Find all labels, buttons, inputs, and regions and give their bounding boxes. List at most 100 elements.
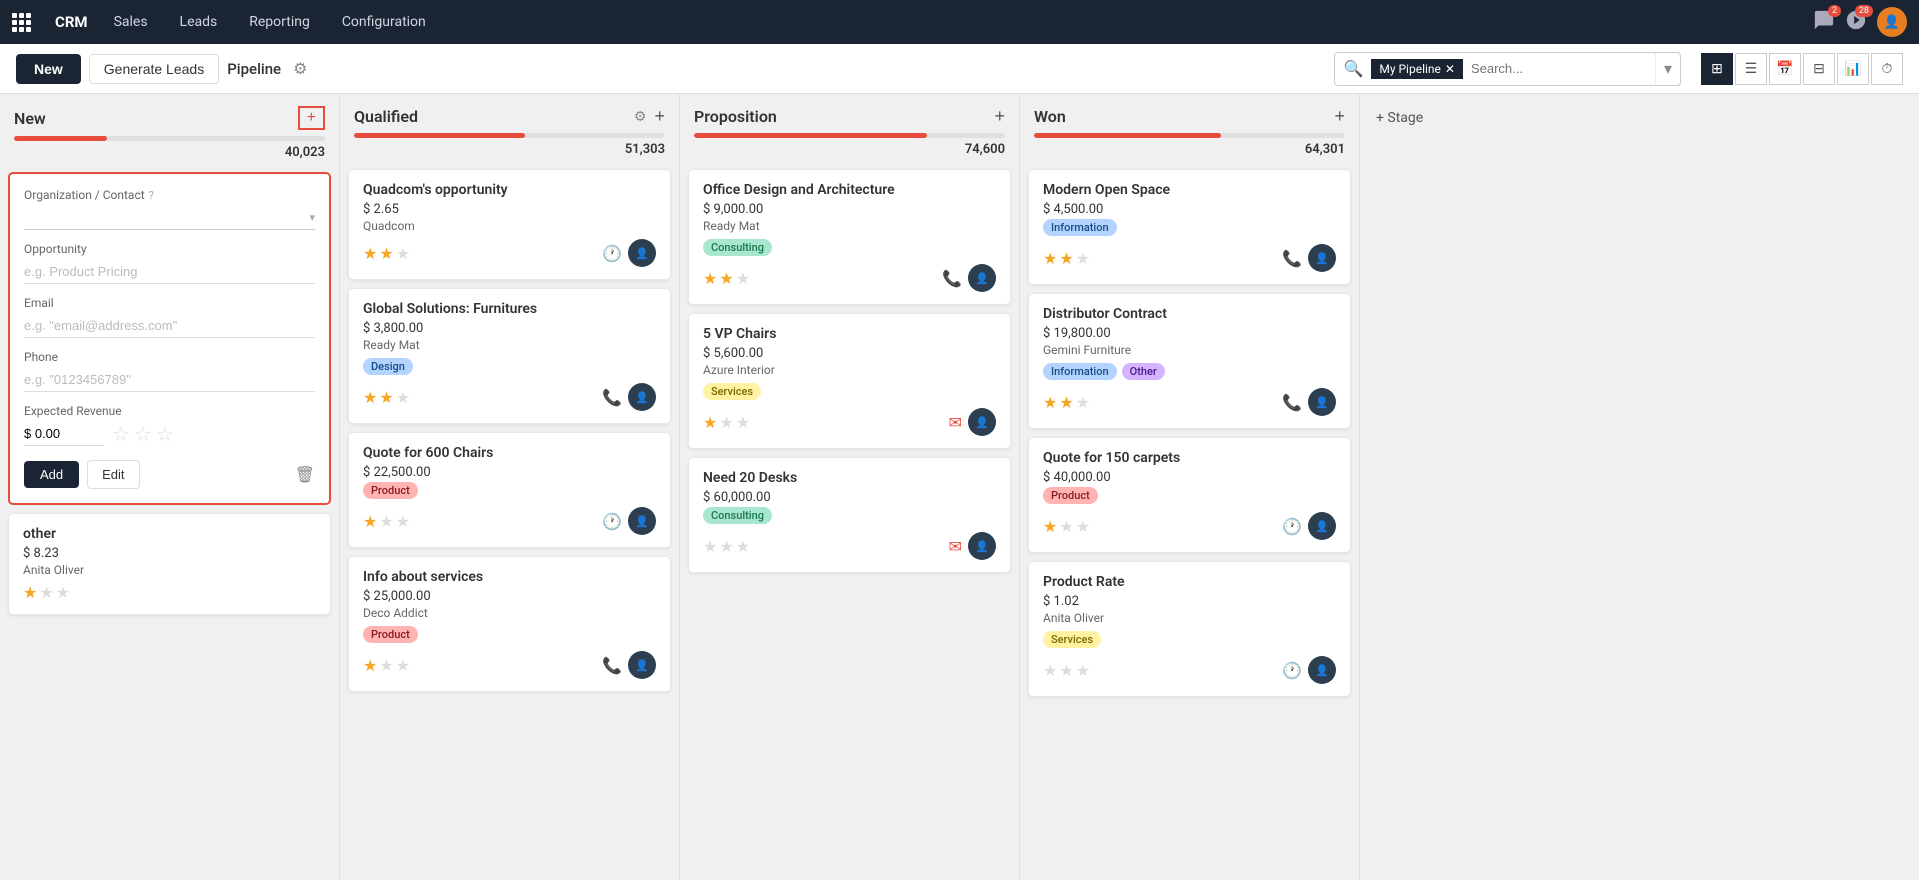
pipeline-settings-icon[interactable]: ⚙ (293, 59, 307, 78)
delete-button[interactable]: 🗑 (295, 465, 315, 485)
card-stars: ★ ★ ★ (1043, 517, 1090, 536)
form-star-1[interactable]: ☆ (112, 422, 130, 446)
form-stars[interactable]: ☆ ☆ ☆ (112, 422, 174, 446)
card-stars: ★ ★ ★ (363, 388, 410, 407)
chart-view-button[interactable]: 📊 (1837, 53, 1869, 85)
add-stage-button[interactable]: + Stage (1360, 94, 1439, 880)
revenue-input[interactable] (24, 422, 104, 446)
phone-input[interactable] (24, 368, 315, 392)
form-star-3[interactable]: ☆ (156, 422, 174, 446)
new-card-form: Organization / Contact ? ▾ Opportunity E… (8, 172, 331, 505)
col-add-qualified-button[interactable]: + (654, 106, 665, 127)
card-150-carpets[interactable]: Quote for 150 carpets $ 40,000.00 Produc… (1028, 437, 1351, 553)
org-contact-input[interactable] (24, 210, 309, 225)
col-settings-icon-qualified[interactable]: ⚙ (634, 109, 647, 125)
activity-view-button[interactable]: ⏱ (1871, 53, 1903, 85)
card-amount: $ 22,500.00 (363, 465, 656, 480)
top-navigation: CRM Sales Leads Reporting Configuration … (0, 0, 1919, 44)
card-product-rate[interactable]: Product Rate $ 1.02 Anita Oliver Service… (1028, 561, 1351, 697)
email-input[interactable] (24, 314, 315, 338)
card-title: Quadcom's opportunity (363, 182, 656, 198)
col-progress-fill-won (1034, 133, 1221, 138)
col-add-new-button[interactable]: + (298, 106, 325, 130)
column-won: Won + 64,301 Modern Open Space $ 4,500.0… (1020, 94, 1360, 880)
form-actions: Add Edit 🗑 (24, 460, 315, 489)
filter-close-icon[interactable]: ✕ (1445, 62, 1455, 76)
add-button[interactable]: Add (24, 461, 79, 488)
card-footer: ★ ★ ★ ✉ 👤 (703, 408, 996, 436)
user-avatar[interactable]: 👤 (1877, 7, 1907, 37)
card-office-design[interactable]: Office Design and Architecture $ 9,000.0… (688, 169, 1011, 305)
tag-other: Other (1122, 363, 1165, 380)
card-phone-icon: 📞 (1282, 249, 1302, 268)
card-footer: ★ ★ ★ 🕐 👤 (1043, 512, 1336, 540)
calendar-view-button[interactable]: 📅 (1769, 53, 1801, 85)
nav-reporting[interactable]: Reporting (243, 10, 316, 34)
messages-icon[interactable]: 2 (1813, 9, 1835, 35)
card-phone-icon: 📞 (602, 388, 622, 407)
card-company: Ready Mat (363, 338, 656, 352)
col-title-new: New (14, 109, 290, 128)
generate-leads-button[interactable]: Generate Leads (89, 54, 219, 84)
col-add-won-button[interactable]: + (1334, 106, 1345, 127)
card-avatar: 👤 (628, 383, 656, 411)
card-global-solutions[interactable]: Global Solutions: Furnitures $ 3,800.00 … (348, 288, 671, 424)
org-contact-field[interactable]: ▾ (24, 206, 315, 230)
card-5-vp-chairs[interactable]: 5 VP Chairs $ 5,600.00 Azure Interior Se… (688, 313, 1011, 449)
card-quadcom[interactable]: Quadcom's opportunity $ 2.65 Quadcom ★ ★… (348, 169, 671, 280)
edit-button[interactable]: Edit (87, 460, 139, 489)
card-title: Distributor Contract (1043, 306, 1336, 322)
app-name[interactable]: CRM (55, 13, 88, 31)
new-button[interactable]: New (16, 54, 81, 84)
card-avatar: 👤 (968, 264, 996, 292)
card-email-icon: ✉ (949, 537, 962, 556)
card-clock-icon: 🕐 (1282, 517, 1302, 536)
form-star-2[interactable]: ☆ (134, 422, 152, 446)
org-contact-label: Organization / Contact ? (24, 188, 315, 202)
nav-right-area: 2 28 👤 (1813, 7, 1907, 37)
card-20-desks[interactable]: Need 20 Desks $ 60,000.00 Consulting ★ ★… (688, 457, 1011, 573)
col-header-qualified: Qualified ⚙ + (340, 94, 679, 133)
card-company: Quadcom (363, 219, 656, 233)
card-footer: ★ ★ ★ 📞 👤 (1043, 388, 1336, 416)
view-icons: ⊞ ☰ 📅 ⊟ 📊 ⏱ (1701, 53, 1903, 85)
card-clock-icon: 🕐 (1282, 661, 1302, 680)
nav-leads[interactable]: Leads (174, 10, 224, 34)
nav-configuration[interactable]: Configuration (336, 10, 432, 34)
revenue-label: Expected Revenue (24, 404, 315, 418)
activity-icon[interactable]: 28 (1845, 9, 1867, 35)
card-tags: Product (363, 482, 656, 499)
opportunity-input[interactable] (24, 260, 315, 284)
other-card[interactable]: other $ 8.23 Anita Oliver ★ ★ ★ (8, 513, 331, 615)
tag-product: Product (1043, 487, 1098, 504)
filter-tag[interactable]: My Pipeline ✕ (1371, 59, 1463, 79)
col-progress-won (1034, 133, 1345, 138)
kanban-view-button[interactable]: ⊞ (1701, 53, 1733, 85)
org-contact-help: ? (149, 189, 154, 202)
card-company: Azure Interior (703, 363, 996, 377)
email-label: Email (24, 296, 315, 310)
column-proposition: Proposition + 74,600 Office Design and A… (680, 94, 1020, 880)
star-3: ★ (56, 583, 70, 602)
card-distributor-contract[interactable]: Distributor Contract $ 19,800.00 Gemini … (1028, 293, 1351, 429)
search-icon: 🔍 (1335, 59, 1371, 78)
card-stars: ★ ★ ★ (1043, 393, 1090, 412)
col-progress-fill-proposition (694, 133, 927, 138)
search-input[interactable] (1463, 61, 1655, 76)
col-cards-proposition: Office Design and Architecture $ 9,000.0… (680, 165, 1019, 880)
tag-information: Information (1043, 219, 1117, 236)
card-modern-open-space[interactable]: Modern Open Space $ 4,500.00 Information… (1028, 169, 1351, 285)
table-view-button[interactable]: ⊟ (1803, 53, 1835, 85)
card-info-services[interactable]: Info about services $ 25,000.00 Deco Add… (348, 556, 671, 692)
nav-sales[interactable]: Sales (108, 10, 154, 34)
search-dropdown-arrow[interactable]: ▾ (1655, 53, 1680, 85)
card-footer: ★ ★ ★ 🕐 👤 (1043, 656, 1336, 684)
apps-icon[interactable] (12, 13, 31, 32)
card-amount: $ 19,800.00 (1043, 326, 1336, 341)
list-view-button[interactable]: ☰ (1735, 53, 1767, 85)
card-title: Quote for 150 carpets (1043, 450, 1336, 466)
card-600-chairs[interactable]: Quote for 600 Chairs $ 22,500.00 Product… (348, 432, 671, 548)
card-amount: $ 4,500.00 (1043, 202, 1336, 217)
card-email-icon: ✉ (949, 413, 962, 432)
col-add-proposition-button[interactable]: + (994, 106, 1005, 127)
